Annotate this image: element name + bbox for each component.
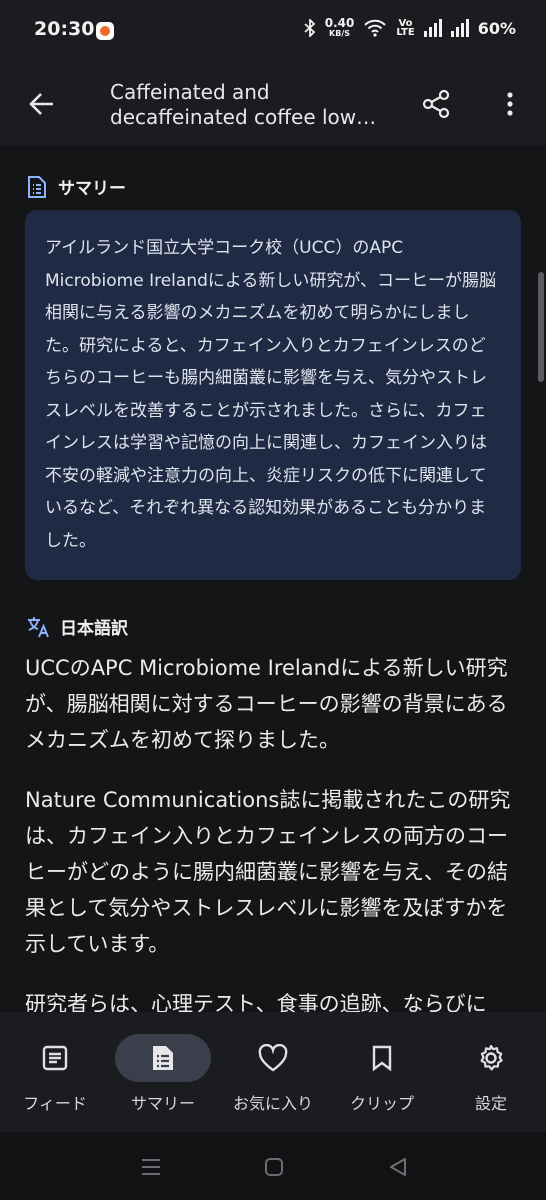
summary-card: アイルランド国立大学コーク校（UCC）のAPC Microbiome Irela…: [25, 210, 521, 580]
share-button[interactable]: [416, 84, 456, 124]
summary-icon: [153, 1046, 173, 1070]
nav-item-clip[interactable]: クリップ: [327, 1012, 437, 1132]
nav-label: クリップ: [349, 1094, 414, 1113]
status-time: 20:30: [34, 18, 95, 40]
volte-bottom: LTE: [396, 27, 415, 38]
translation-paragraph: 研究者らは、心理テスト、食事の追跡、ならびに: [25, 992, 487, 1012]
summary-doc-icon: [28, 175, 46, 198]
gear-icon: [480, 1044, 503, 1071]
nav-icon-container: [225, 1034, 321, 1082]
more-options-button[interactable]: [490, 84, 530, 124]
translation-paragraph: UCCのAPC Microbiome Irelandによる新しい研究が、腸脳相関…: [25, 656, 508, 752]
recent-apps-button[interactable]: [136, 1152, 166, 1182]
back-button[interactable]: [22, 84, 62, 124]
nav-icon-container: [334, 1034, 430, 1082]
nav-label: 設定: [474, 1094, 507, 1113]
battery-percent: 60%: [477, 18, 516, 38]
heart-icon: [258, 1044, 288, 1072]
status-indicators: 0.40 KB/S Vo LTE 60%: [304, 16, 516, 38]
nav-item-favorites[interactable]: お気に入り: [218, 1012, 328, 1132]
volte-indicator: Vo LTE: [396, 19, 415, 38]
translation-paragraph: Nature Communications誌に掲載されたこの研究は、カフェイン入…: [25, 788, 511, 956]
translation-body: UCCのAPC Microbiome Irelandによる新しい研究が、腸脳相関…: [25, 650, 521, 1012]
translation-heading: 日本語訳: [60, 619, 128, 639]
nav-label: お気に入り: [232, 1094, 313, 1113]
triangle-back-icon: [390, 1158, 406, 1176]
system-back-button[interactable]: [383, 1152, 413, 1182]
network-speed-value: 0.40: [324, 16, 355, 30]
nav-item-summary[interactable]: サマリー: [108, 1012, 218, 1132]
translation-section-header: 日本語訳: [26, 614, 128, 639]
network-speed: 0.40 KB/S: [324, 16, 355, 38]
bluetooth-icon: [304, 19, 316, 37]
home-button[interactable]: [259, 1152, 289, 1182]
back-arrow-icon: [29, 93, 53, 115]
article-title: Caffeinated and decaffeinated coffee low…: [110, 80, 377, 129]
bookmark-icon: [372, 1045, 392, 1072]
status-bar: 20:30 0.40 KB/S Vo LTE 60%: [0, 0, 546, 60]
summary-text: アイルランド国立大学コーク校（UCC）のAPC Microbiome Irela…: [45, 238, 497, 551]
nav-item-settings[interactable]: 設定: [436, 1012, 546, 1132]
nav-item-feed[interactable]: フィード: [0, 1012, 110, 1132]
article-content[interactable]: サマリー アイルランド国立大学コーク校（UCC）のAPC Microbiome …: [0, 146, 546, 1012]
signal-icon-2: [450, 19, 469, 37]
summary-section-header: サマリー: [26, 174, 126, 199]
nav-label: フィード: [23, 1094, 87, 1113]
more-vert-icon: [507, 92, 513, 116]
nav-label: サマリー: [130, 1094, 195, 1113]
feed-icon: [42, 1045, 68, 1071]
menu-lines-icon: [142, 1159, 160, 1175]
nav-icon-container: [7, 1034, 103, 1082]
share-icon: [422, 89, 450, 119]
wifi-icon: [364, 19, 387, 37]
network-speed-unit: KB/S: [329, 29, 351, 38]
nav-icon-container: [443, 1034, 539, 1082]
summary-heading: サマリー: [58, 179, 126, 199]
system-navigation-bar: [0, 1132, 546, 1200]
bottom-navigation: フィード サマリー お気に入り クリップ 設定: [0, 1012, 546, 1132]
nav-icon-container: [115, 1034, 211, 1082]
square-home-icon: [265, 1158, 283, 1176]
translate-icon: [28, 616, 49, 637]
notification-app-icon: [96, 22, 114, 40]
signal-icon-1: [423, 19, 442, 37]
app-bar: Caffeinated and decaffeinated coffee low…: [0, 60, 546, 146]
scrollbar[interactable]: [538, 272, 544, 382]
